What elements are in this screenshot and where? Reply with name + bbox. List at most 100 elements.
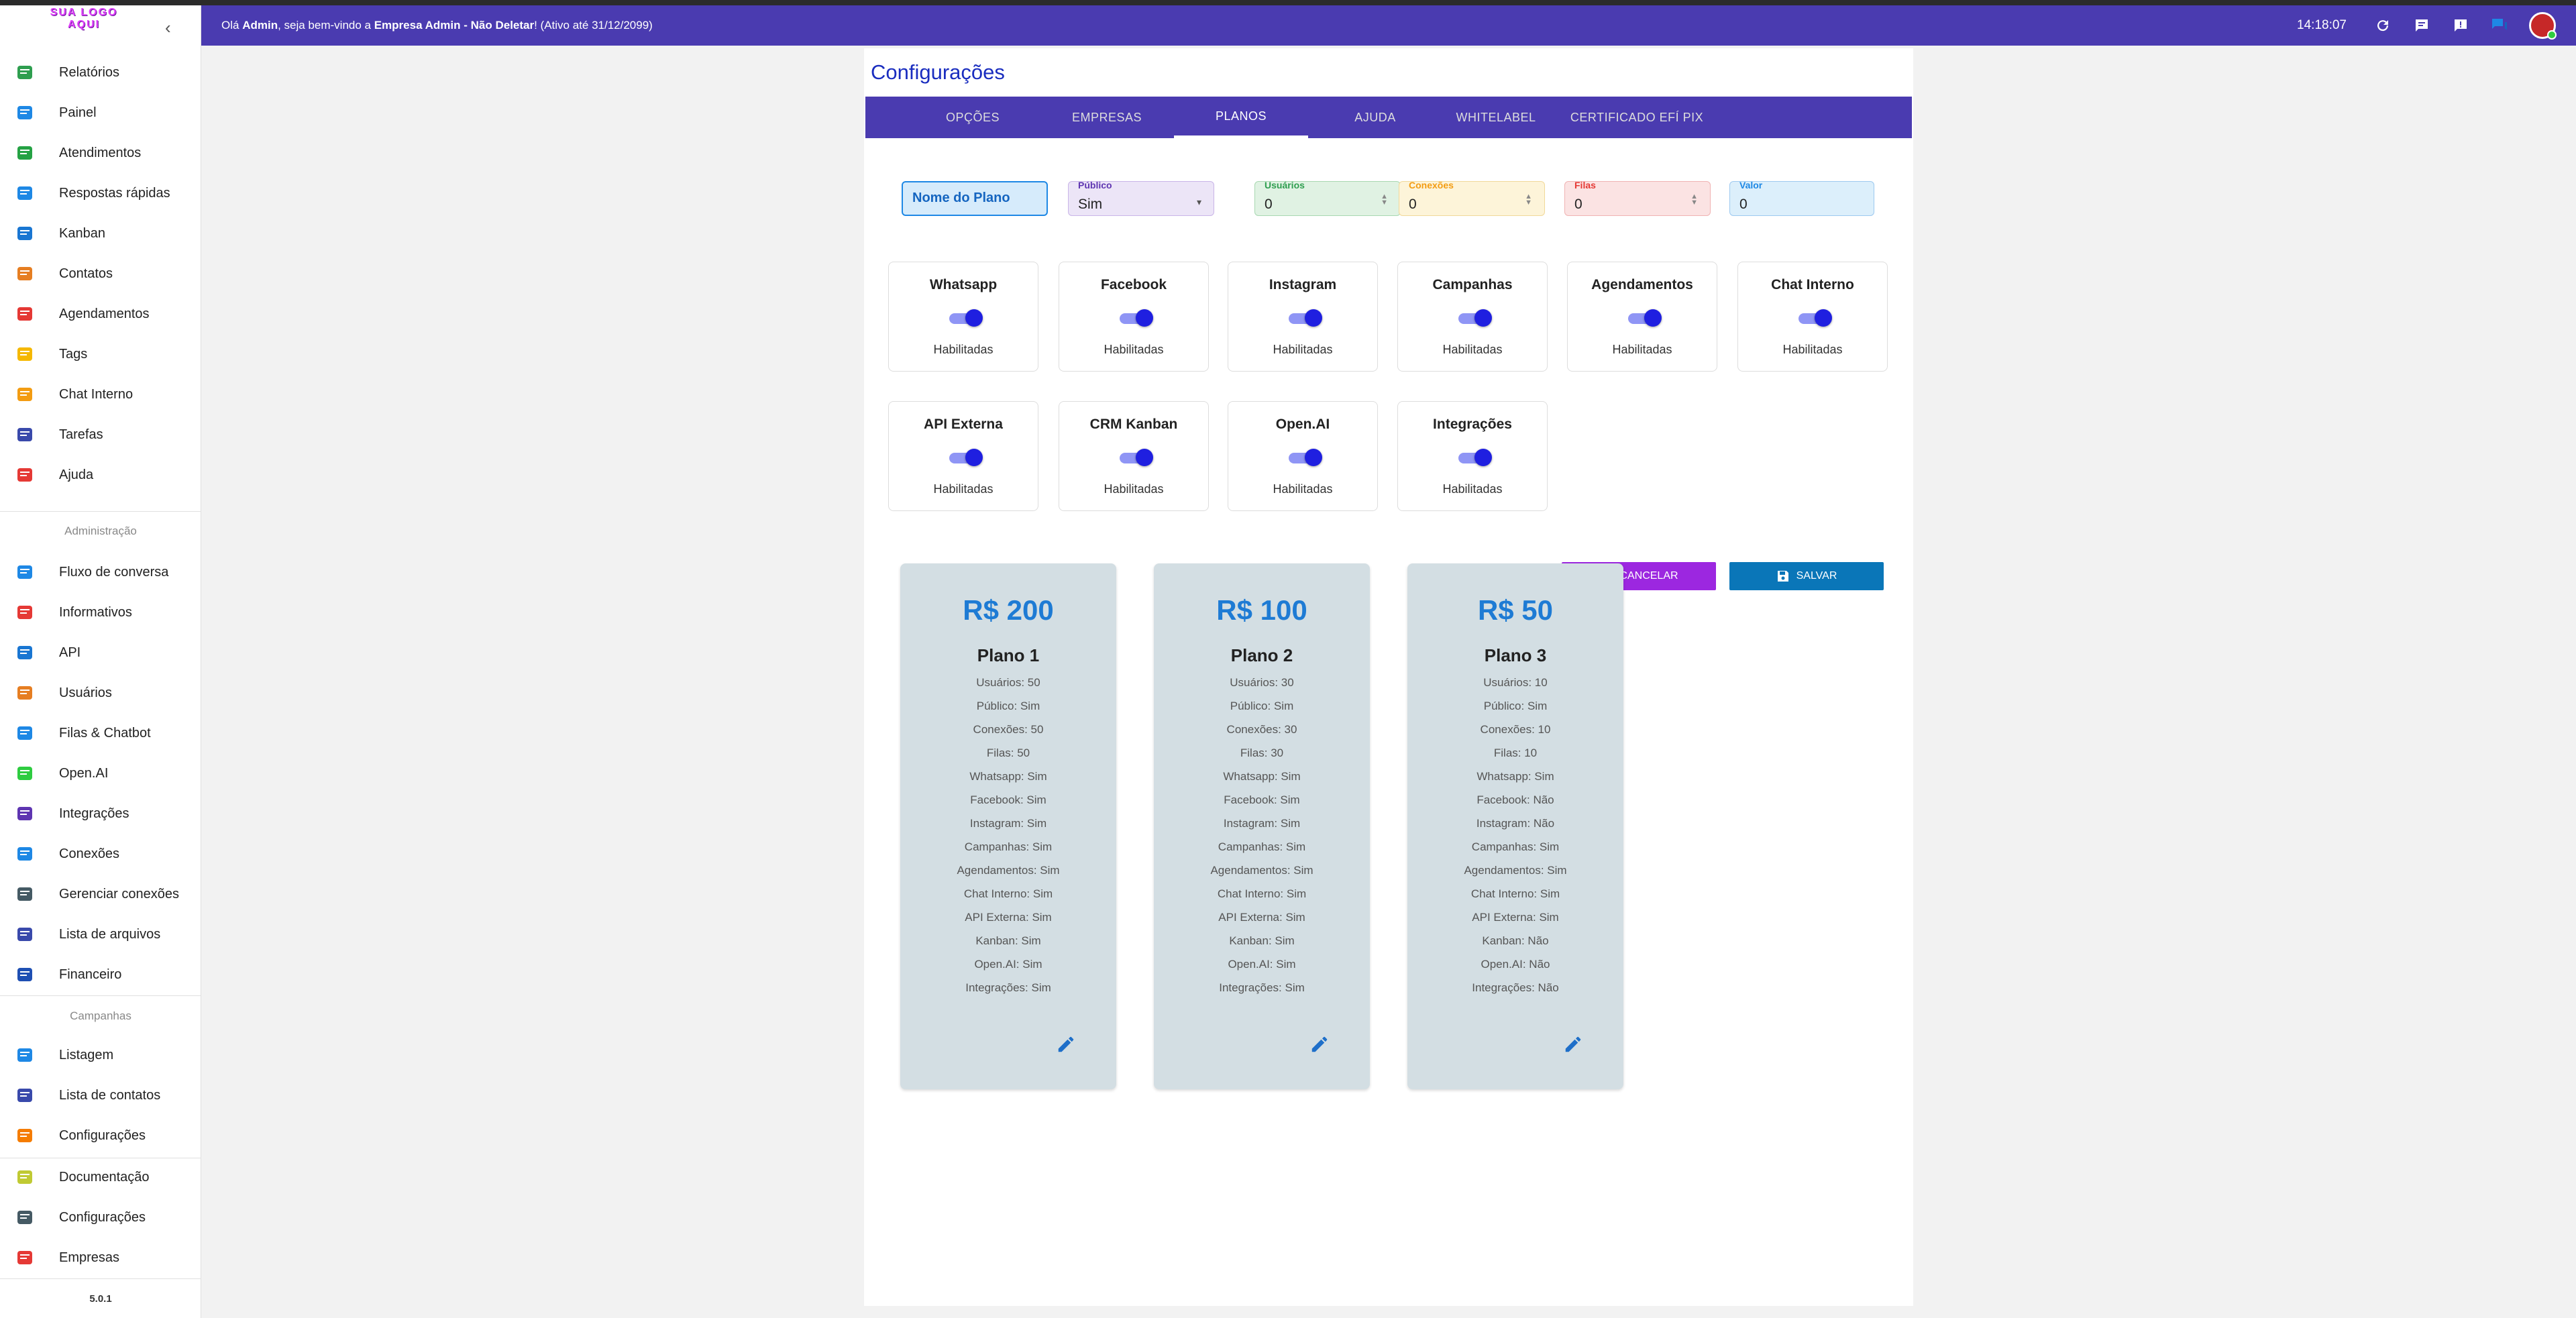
settings-card: Configurações OPÇÕES EMPRESAS PLANOS AJUDA W…: [864, 48, 1913, 1306]
sidebar-item-respostas-r-pidas[interactable]: Respostas rápidas: [0, 176, 201, 210]
sidebar-item-listagem[interactable]: Listagem: [0, 1038, 201, 1072]
sidebar-qrcode-icon: [16, 966, 34, 983]
filas-field[interactable]: Filas 0 ▲ ▼: [1564, 180, 1711, 216]
greeting-suffix: ! (Ativo até 31/12/2099): [534, 19, 653, 32]
filas-stepper-icon[interactable]: ▲ ▼: [1690, 193, 1698, 207]
sidebar-item-lista-de-arquivos[interactable]: Lista de arquivos: [0, 918, 201, 951]
plan-detail-line: Whatsapp: Sim: [1223, 770, 1301, 783]
sidebar-divider: [0, 995, 201, 996]
sidebar-item-label: Open.AI: [59, 765, 109, 781]
sidebar-item-filas-chatbot[interactable]: Filas & Chatbot: [0, 716, 201, 750]
sidebar-divider: [0, 511, 201, 512]
sidebar-item-tags[interactable]: Tags: [0, 337, 201, 371]
sidebar-item-configura-es[interactable]: Configurações: [0, 1119, 201, 1152]
sidebar-item-kanban[interactable]: Kanban: [0, 217, 201, 250]
feature-status: Habilitadas: [933, 482, 994, 496]
sidebar-item-painel[interactable]: Painel: [0, 96, 201, 129]
valor-field[interactable]: Valor 0: [1729, 180, 1874, 216]
sidebar-item-informativos[interactable]: Informativos: [0, 596, 201, 629]
save-button-label: SALVAR: [1796, 570, 1837, 582]
tab-planos[interactable]: PLANOS: [1174, 97, 1308, 138]
feature-toggle[interactable]: [1457, 309, 1492, 327]
plan-detail-line: API Externa: Sim: [965, 911, 1052, 924]
save-icon: [1777, 571, 1788, 582]
sidebar-chat-icon: [16, 386, 34, 403]
tab-whitelabel[interactable]: WHITELABEL: [1429, 97, 1563, 138]
feature-toggle[interactable]: [1287, 449, 1322, 466]
plan-name-field[interactable]: Nome do Plano: [902, 181, 1048, 216]
sidebar-item-tarefas[interactable]: Tarefas: [0, 418, 201, 451]
refresh-icon[interactable]: [2373, 16, 2392, 35]
sidebar-item-lista-de-contatos[interactable]: Lista de contatos: [0, 1079, 201, 1112]
tab-ajuda[interactable]: AJUDA: [1308, 97, 1442, 138]
sidebar-item-financeiro[interactable]: Financeiro: [0, 958, 201, 991]
plan-detail-line: Conexões: 30: [1226, 723, 1297, 736]
sidebar-item-relat-rios[interactable]: Relatórios: [0, 56, 201, 89]
edit-icon[interactable]: [1309, 1034, 1330, 1054]
internal-chat-icon[interactable]: [2490, 16, 2509, 35]
sidebar-item-label: Conexões: [59, 846, 120, 861]
edit-icon[interactable]: [1056, 1034, 1076, 1054]
user-avatar[interactable]: [2529, 12, 2557, 40]
feature-toggle[interactable]: [1287, 309, 1322, 327]
feature-toggle[interactable]: [1118, 449, 1153, 466]
save-button[interactable]: SALVAR: [1729, 562, 1884, 590]
plan-card: R$ 200 Plano 1 Usuários: 50 Público: Sim Con…: [900, 563, 1116, 1089]
plan-detail-line: Público: Sim: [1230, 700, 1294, 712]
sidebar-item-documenta-o[interactable]: Documentação: [0, 1160, 201, 1194]
sidebar-item-chat-interno[interactable]: Chat Interno: [0, 378, 201, 411]
sidebar-item-configura-es[interactable]: Configurações: [0, 1201, 201, 1234]
feature-card: Instagram Habilitadas: [1228, 262, 1378, 372]
tab-empresas[interactable]: EMPRESAS: [1040, 97, 1174, 138]
sidebar-item-conex-es[interactable]: Conexões: [0, 837, 201, 871]
feature-status: Habilitadas: [1104, 482, 1164, 496]
plan-detail-line: API Externa: Sim: [1472, 911, 1559, 924]
feature-status: Habilitadas: [1273, 482, 1333, 496]
conexoes-stepper-icon[interactable]: ▲ ▼: [1525, 193, 1532, 207]
sidebar-item-label: Tarefas: [59, 427, 103, 442]
greeting-user: Admin: [242, 19, 278, 32]
sidebar-item-atendimentos[interactable]: Atendimentos: [0, 136, 201, 170]
sidebar-item-contatos[interactable]: Contatos: [0, 257, 201, 290]
edit-icon[interactable]: [1563, 1034, 1583, 1054]
toggle-knob: [1136, 449, 1153, 466]
plan-detail-line: Instagram: Sim: [969, 817, 1047, 830]
feature-title: Facebook: [1100, 277, 1167, 292]
plan-detail-line: Público: Sim: [976, 700, 1040, 712]
plan-detail-line: Agendamentos: Sim: [1210, 864, 1313, 877]
plan-detail-line: Filas: 30: [1240, 747, 1284, 759]
feature-toggle[interactable]: [1797, 309, 1832, 327]
sidebar-item-fluxo-de-conversa[interactable]: Fluxo de conversa: [0, 555, 201, 589]
sidebar-item-empresas[interactable]: Empresas: [0, 1241, 201, 1274]
feature-toggle[interactable]: [1457, 449, 1492, 466]
sidebar-item-gerenciar-conex-es[interactable]: Gerenciar conexões: [0, 877, 201, 911]
feature-toggle[interactable]: [1627, 309, 1662, 327]
feature-card: Campanhas Habilitadas: [1397, 262, 1548, 372]
feature-title: Campanhas: [1432, 277, 1513, 292]
sidebar-calendar-icon: [16, 604, 34, 621]
online-status-dot: [2547, 30, 2557, 40]
announcement-icon[interactable]: [2451, 16, 2470, 35]
plan-detail-line: Integrações: Sim: [1219, 981, 1305, 994]
plan-detail-line: Instagram: Não: [1476, 817, 1555, 830]
chevron-left-icon[interactable]: ‹: [165, 17, 171, 38]
sidebar-item-usu-rios[interactable]: Usuários: [0, 676, 201, 710]
sidebar-item-agendamentos[interactable]: Agendamentos: [0, 297, 201, 331]
conexoes-label: Conexões: [1409, 180, 1454, 190]
sidebar-item-ajuda[interactable]: Ajuda: [0, 458, 201, 492]
usuarios-stepper-icon[interactable]: ▲ ▼: [1381, 193, 1388, 207]
chat-icon[interactable]: [2412, 16, 2431, 35]
publico-select[interactable]: Público Sim ▾: [1068, 180, 1214, 216]
feature-toggle[interactable]: [948, 449, 983, 466]
feature-toggle[interactable]: [1118, 309, 1153, 327]
usuarios-field[interactable]: Usuários 0 ▲ ▼: [1254, 180, 1401, 216]
sidebar-item-api[interactable]: API: [0, 636, 201, 669]
plan-detail-line: Integrações: Não: [1472, 981, 1559, 994]
feature-toggle[interactable]: [948, 309, 983, 327]
tab-op-es[interactable]: OPÇÕES: [912, 97, 1033, 138]
conexoes-field[interactable]: Conexões 0 ▲ ▼: [1399, 180, 1545, 216]
sidebar-item-integra-es[interactable]: Integrações: [0, 797, 201, 830]
tab-certificado-ef-pix[interactable]: CERTIFICADO EFÍ PIX: [1556, 97, 1717, 138]
sidebar-item-label: Documentação: [59, 1169, 150, 1185]
sidebar-item-open-ai[interactable]: Open.AI: [0, 757, 201, 790]
